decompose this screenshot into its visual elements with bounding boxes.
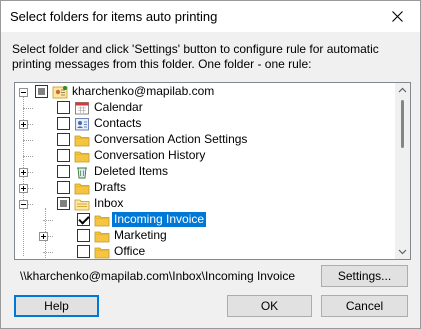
tree-row[interactable]: Calendar <box>15 100 395 116</box>
tree-row[interactable]: Marketing <box>15 228 395 244</box>
inbox-icon <box>74 197 90 211</box>
folder-checkbox[interactable] <box>57 117 70 130</box>
expand-icon[interactable] <box>39 232 48 241</box>
scroll-down-icon[interactable] <box>398 247 407 256</box>
settings-button[interactable]: Settings... <box>321 265 408 287</box>
tree-row[interactable]: Inbox <box>15 196 395 212</box>
window-title: Select folders for items auto printing <box>10 9 218 24</box>
folder-checkbox[interactable] <box>57 181 70 194</box>
title-bar: Select folders for items auto printing <box>1 1 420 32</box>
vertical-scrollbar[interactable] <box>395 83 410 259</box>
dialog-window: Select folders for items auto printing S… <box>0 0 421 329</box>
account-icon <box>52 85 68 99</box>
folder-checkbox[interactable] <box>77 245 90 258</box>
folder-icon <box>94 229 110 243</box>
selected-folder-path: \\kharchenko@mapilab.com\Inbox\Incoming … <box>20 269 295 283</box>
tree-item-label: Office <box>114 244 146 258</box>
close-icon <box>391 11 403 22</box>
instructions-text: Select folder and click 'Settings' butto… <box>12 42 379 71</box>
tree-row[interactable]: Office <box>15 244 395 259</box>
tree-row[interactable]: Deleted Items <box>15 164 395 180</box>
cancel-button[interactable]: Cancel <box>321 295 408 317</box>
tree-row-selected[interactable]: Incoming Invoice <box>15 212 395 228</box>
tree-connector-line <box>43 252 53 254</box>
tree-row[interactable]: Drafts <box>15 180 395 196</box>
tree-row[interactable]: Conversation History <box>15 148 395 164</box>
expand-icon[interactable] <box>19 168 28 177</box>
tree-item-label: Deleted Items <box>94 164 169 178</box>
scroll-up-icon[interactable] <box>398 86 407 95</box>
folder-tree-content: kharchenko@mapilab.com Calendar Contacts Co… <box>15 83 395 259</box>
help-button[interactable]: Help <box>14 295 99 317</box>
folder-icon <box>74 149 90 163</box>
folder-tree[interactable]: kharchenko@mapilab.com Calendar Contacts Co… <box>14 82 411 260</box>
tree-connector-line <box>23 108 33 110</box>
folder-checkbox[interactable] <box>57 101 70 114</box>
close-button[interactable] <box>374 1 420 32</box>
folder-checkbox[interactable] <box>57 149 70 162</box>
folder-icon <box>94 245 110 259</box>
folder-checkbox[interactable] <box>35 85 48 98</box>
tree-item-label: Inbox <box>94 196 124 210</box>
scrollbar-thumb[interactable] <box>401 100 404 148</box>
tree-connector-line <box>43 220 53 222</box>
expand-icon[interactable] <box>19 120 28 129</box>
tree-row[interactable]: Contacts <box>15 116 395 132</box>
tree-row[interactable]: kharchenko@mapilab.com <box>15 84 395 100</box>
folder-icon <box>74 133 90 147</box>
tree-item-label: Calendar <box>94 100 143 114</box>
contacts-icon <box>74 117 90 131</box>
folder-icon <box>74 181 90 195</box>
ok-button[interactable]: OK <box>227 295 312 317</box>
tree-item-label: Drafts <box>94 180 127 194</box>
collapse-icon[interactable] <box>19 88 28 97</box>
expand-icon[interactable] <box>19 184 28 193</box>
tree-item-label: Contacts <box>94 116 142 130</box>
tree-item-label: Incoming Invoice <box>112 212 207 227</box>
folder-checkbox[interactable] <box>77 213 90 226</box>
collapse-icon[interactable] <box>19 200 28 209</box>
tree-connector-line <box>23 156 33 158</box>
tree-item-label: Marketing <box>114 228 167 242</box>
folder-checkbox[interactable] <box>77 229 90 242</box>
tree-connector-line <box>23 140 33 142</box>
calendar-icon <box>74 101 90 115</box>
folder-checkbox[interactable] <box>57 197 70 210</box>
trash-icon <box>74 165 90 179</box>
folder-checkbox[interactable] <box>57 133 70 146</box>
tree-row[interactable]: Conversation Action Settings <box>15 132 395 148</box>
tree-item-label: kharchenko@mapilab.com <box>72 84 215 98</box>
tree-item-label: Conversation Action Settings <box>94 132 248 146</box>
folder-icon <box>94 213 110 227</box>
folder-checkbox[interactable] <box>57 165 70 178</box>
tree-item-label: Conversation History <box>94 148 206 162</box>
